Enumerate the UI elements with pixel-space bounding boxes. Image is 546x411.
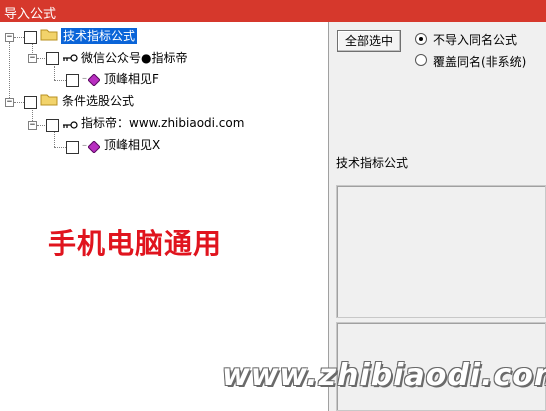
tree-checkbox[interactable] bbox=[46, 52, 59, 65]
tree-checkbox[interactable] bbox=[66, 74, 79, 87]
options-panel: 全部选中 不导入同名公式 覆盖同名(非系统) 技术指标公式 bbox=[331, 22, 546, 411]
description-label: 技术指标公式 bbox=[336, 156, 409, 170]
formula-icon bbox=[88, 141, 100, 153]
tree-checkbox[interactable] bbox=[46, 119, 59, 132]
folder-icon bbox=[40, 94, 58, 106]
tree-node-label[interactable]: 顶峰相见F bbox=[104, 71, 159, 87]
tree-line bbox=[37, 125, 45, 126]
tree-line bbox=[14, 37, 24, 38]
slogan-text: 手机电脑通用 bbox=[48, 227, 223, 260]
formula-icon bbox=[88, 74, 100, 86]
tree-line: – bbox=[82, 73, 87, 84]
tree-checkbox[interactable] bbox=[24, 96, 37, 109]
tree-line bbox=[54, 66, 55, 80]
radio-overwrite-same[interactable] bbox=[415, 54, 427, 66]
tree-line: – bbox=[82, 140, 87, 151]
tree-node-label[interactable]: 顶峰相见X bbox=[104, 137, 160, 153]
key-icon bbox=[63, 121, 78, 129]
tree-line bbox=[37, 58, 45, 59]
site-watermark: www.zhibiaodi.com bbox=[222, 358, 546, 393]
title-bar: 导入公式 bbox=[0, 0, 546, 22]
tree-line bbox=[9, 42, 10, 102]
tree-node-label[interactable]: 技术指标公式 bbox=[61, 28, 138, 44]
radio-label[interactable]: 覆盖同名(非系统) bbox=[433, 53, 526, 70]
tree-line bbox=[54, 132, 55, 147]
collapse-toggle[interactable]: − bbox=[28, 121, 37, 130]
tree-checkbox[interactable] bbox=[66, 141, 79, 154]
select-all-button[interactable]: 全部选中 bbox=[337, 30, 401, 52]
tree-line bbox=[54, 80, 66, 81]
tree-line bbox=[14, 102, 24, 103]
tree-node-label[interactable]: 指标帝：www.zhibiaodi.com bbox=[81, 115, 244, 131]
collapse-toggle[interactable]: − bbox=[5, 33, 14, 42]
tree-node-label[interactable]: 条件选股公式 bbox=[62, 93, 134, 109]
key-icon bbox=[63, 54, 78, 62]
tree-checkbox[interactable] bbox=[24, 31, 37, 44]
radio-no-import-same[interactable] bbox=[415, 33, 427, 45]
window-title: 导入公式 bbox=[4, 7, 57, 22]
formula-tree[interactable]: − 技术指标公式 − 微信公众号●指标帝 – 顶峰相见F − 条件选股公式 − … bbox=[0, 22, 329, 411]
collapse-toggle[interactable]: − bbox=[28, 54, 37, 63]
tree-line bbox=[54, 147, 66, 148]
radio-label[interactable]: 不导入同名公式 bbox=[433, 31, 517, 48]
tree-node-label[interactable]: 微信公众号●指标帝 bbox=[81, 50, 187, 66]
description-box[interactable] bbox=[336, 185, 546, 318]
folder-icon bbox=[40, 29, 58, 41]
collapse-toggle[interactable]: − bbox=[5, 98, 14, 107]
